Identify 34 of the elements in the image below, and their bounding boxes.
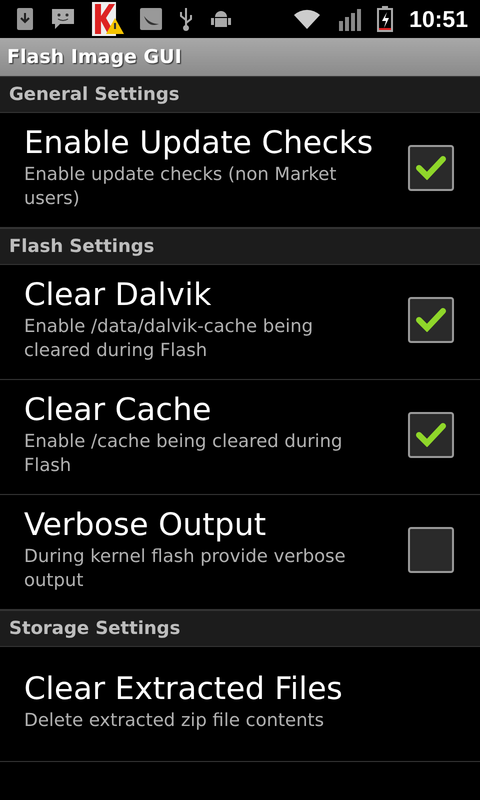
battery-icon: [377, 6, 394, 32]
signal-icon: [337, 7, 362, 31]
preference-item[interactable]: Clear Cache Enable /cache being cleared during Flash: [0, 380, 480, 495]
preference-title: Clear Dalvik: [24, 277, 212, 315]
preference-item[interactable]: Clear Extracted Files Delete extracted zip file contents: [0, 647, 480, 762]
preference-summary: During kernel flash provide verbose output: [24, 544, 347, 593]
checkbox[interactable]: [408, 527, 454, 573]
preference-title: Enable Update Checks: [24, 125, 374, 163]
warning-app-icon: [92, 2, 124, 36]
check-icon: [416, 308, 446, 332]
wifi-icon: [293, 8, 322, 30]
section-header: General Settings: [9, 83, 180, 107]
preference-summary: Enable /cache being cleared during Flash: [24, 430, 344, 478]
android-icon: [210, 8, 232, 30]
preference-summary: Enable /data/dalvik-cache being cleared during Flash: [24, 314, 314, 363]
usb-icon: [178, 6, 194, 32]
preference-item[interactable]: Clear Dalvik Enable /data/dalvik-cache being cleared during Flash: [0, 265, 480, 380]
checkbox[interactable]: [408, 297, 454, 343]
checkbox[interactable]: [408, 145, 454, 191]
pea-pod-icon: [140, 8, 162, 30]
clock: 10:51: [409, 4, 468, 34]
check-icon: [416, 156, 446, 180]
preference-title: Clear Cache: [24, 392, 212, 430]
preference-summary: Delete extracted zip file contents: [24, 708, 325, 733]
chat-icon: [50, 7, 76, 31]
section-header: Storage Settings: [9, 617, 180, 641]
checkbox[interactable]: [408, 412, 454, 458]
check-icon: [416, 423, 446, 447]
download-icon: [16, 7, 34, 31]
preference-title: Clear Extracted Files: [24, 671, 344, 709]
section-header: Flash Settings: [9, 235, 154, 259]
preference-title: Verbose Output: [24, 507, 268, 545]
preference-summary: Enable update checks (non Market users): [24, 162, 338, 211]
window-title: Flash Image GUI: [7, 44, 182, 70]
